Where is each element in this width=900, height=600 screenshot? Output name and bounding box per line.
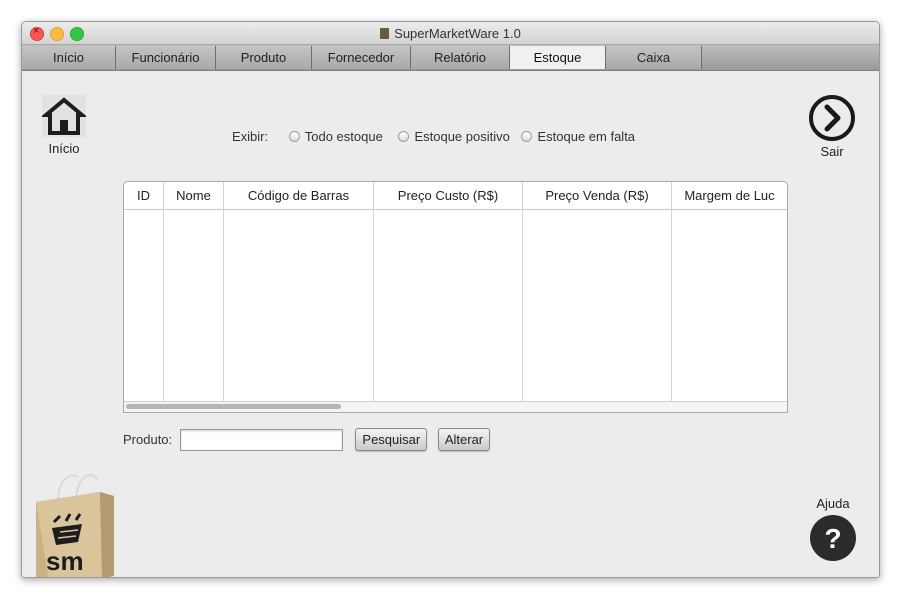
app-icon [380, 28, 390, 39]
question-mark-icon: ? [810, 515, 856, 561]
column-divider [373, 209, 374, 402]
svg-text:?: ? [824, 523, 841, 554]
home-button[interactable]: Início [40, 95, 88, 156]
column-header-codigo-barras[interactable]: Código de Barras [224, 182, 374, 209]
edit-button[interactable]: Alterar [437, 428, 491, 451]
horizontal-scrollbar[interactable] [124, 401, 787, 412]
column-header-margem[interactable]: Margem de Luc [672, 182, 787, 209]
radio-label: Estoque em falta [537, 129, 636, 144]
column-divider [163, 209, 164, 402]
column-divider [223, 209, 224, 402]
tab-estoque[interactable]: Estoque [510, 46, 606, 69]
tab-funcionario[interactable]: Funcionário [116, 46, 216, 69]
tab-inicio[interactable]: Início [22, 46, 116, 69]
estoque-panel: Início Sair Exibir: Todo estoque Estoque… [22, 71, 879, 577]
tab-relatorio[interactable]: Relatório [411, 46, 510, 69]
main-tab-bar: Início Funcionário Produto Fornecedor Re… [22, 45, 879, 71]
radio-circle[interactable] [398, 131, 410, 142]
tab-fornecedor[interactable]: Fornecedor [312, 46, 411, 69]
exit-button[interactable]: Sair [806, 93, 858, 159]
tab-caixa[interactable]: Caixa [606, 46, 702, 69]
radio-circle[interactable] [288, 131, 300, 142]
help-button[interactable]: Ajuda ? [808, 496, 858, 564]
stock-filter: Exibir: Todo estoque Estoque positivo Es… [232, 129, 635, 144]
radio-todo-estoque[interactable]: Todo estoque [272, 129, 383, 144]
shopping-bag-logo: sm [36, 474, 114, 577]
chevron-right-circle-icon [809, 95, 855, 141]
title-bar: SuperMarketWare 1.0 [22, 22, 879, 45]
column-divider [671, 209, 672, 402]
home-label: Início [48, 141, 80, 156]
table-header: ID Nome Código de Barras Preço Custo (R$… [124, 182, 787, 210]
product-label: Produto: [123, 432, 173, 447]
logo-text: sm [46, 546, 84, 576]
home-icon [40, 95, 88, 137]
column-header-nome[interactable]: Nome [164, 182, 224, 209]
filter-label: Exibir: [232, 129, 269, 144]
tab-produto[interactable]: Produto [216, 46, 312, 69]
scrollbar-thumb[interactable] [126, 404, 341, 409]
radio-estoque-positivo[interactable]: Estoque positivo [386, 129, 510, 144]
window-title: SuperMarketWare 1.0 [22, 26, 879, 41]
column-header-id[interactable]: ID [124, 182, 164, 209]
window-title-text: SuperMarketWare 1.0 [394, 26, 521, 41]
product-search-row: Produto: Pesquisar Alterar [123, 428, 491, 451]
radio-label: Todo estoque [304, 129, 383, 144]
help-label: Ajuda [816, 496, 850, 511]
stock-table[interactable]: ID Nome Código de Barras Preço Custo (R$… [123, 181, 788, 413]
product-search-input[interactable] [179, 428, 343, 451]
column-header-preco-custo[interactable]: Preço Custo (R$) [374, 182, 523, 209]
exit-label: Sair [820, 144, 844, 159]
search-button[interactable]: Pesquisar [355, 428, 428, 451]
radio-circle[interactable] [521, 131, 533, 142]
column-header-preco-venda[interactable]: Preço Venda (R$) [523, 182, 672, 209]
column-divider [522, 209, 523, 402]
app-window: SuperMarketWare 1.0 Início Funcionário P… [21, 21, 880, 578]
radio-estoque-em-falta[interactable]: Estoque em falta [513, 129, 635, 144]
radio-label: Estoque positivo [414, 129, 510, 144]
